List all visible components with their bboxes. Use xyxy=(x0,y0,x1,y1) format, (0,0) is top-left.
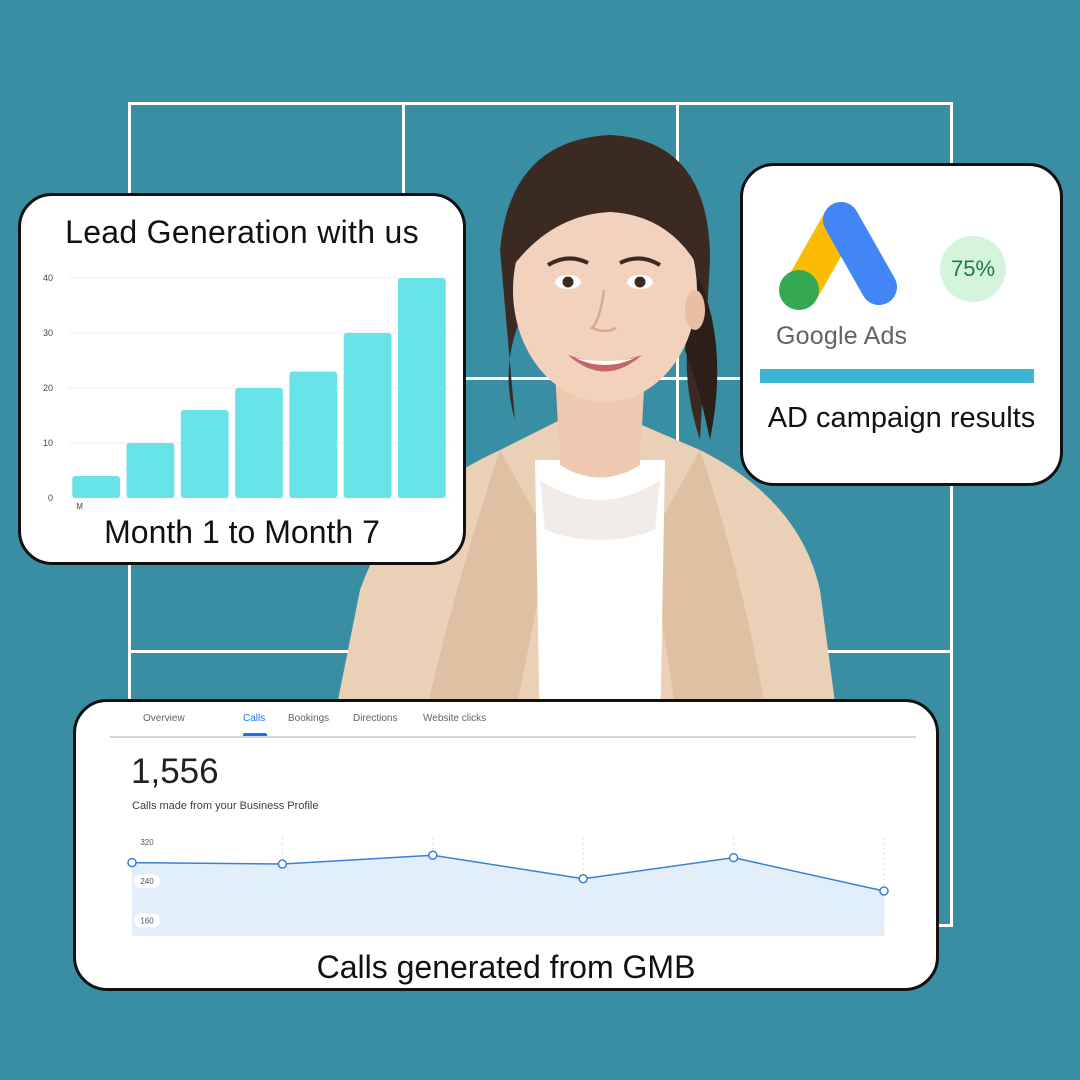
bar xyxy=(72,476,121,498)
tab-overview[interactable]: Overview xyxy=(143,713,185,724)
y-tick-label: 10 xyxy=(43,438,53,448)
y-tick-label: 40 xyxy=(43,273,53,283)
tab-calls[interactable]: Calls xyxy=(243,713,265,724)
tab-bookings[interactable]: Bookings xyxy=(288,713,329,724)
bar xyxy=(180,410,229,498)
gmb-calls-card: Overview Calls Bookings Directions Websi… xyxy=(73,699,939,991)
bar xyxy=(289,371,338,498)
lead-card-caption: Month 1 to Month 7 xyxy=(104,514,380,550)
y-tick-label: 0 xyxy=(48,493,53,503)
lead-bar-chart: 0 10 20 30 40 M xyxy=(43,273,449,511)
ads-progress-bar xyxy=(760,369,1034,383)
calls-total: 1,556 xyxy=(131,752,219,791)
data-point xyxy=(428,850,438,860)
grid-line xyxy=(128,102,953,105)
google-ads-logo-icon xyxy=(779,202,897,310)
calls-subtitle: Calls made from your Business Profile xyxy=(132,800,319,812)
bar xyxy=(397,278,446,498)
bar xyxy=(126,443,175,498)
data-point xyxy=(728,852,739,863)
x-tick-label: M xyxy=(76,502,83,511)
gmb-card-caption: Calls generated from GMB xyxy=(316,949,696,985)
ads-card-caption: AD campaign results xyxy=(767,402,1036,434)
data-point xyxy=(127,857,137,868)
y-tick-label: 160 xyxy=(140,916,154,925)
calls-line-chart: 320 240 160 xyxy=(127,835,889,936)
bar xyxy=(343,333,392,498)
y-tick-label: 320 xyxy=(140,838,154,847)
google-ads-card: Google Ads 75% AD campaign results xyxy=(740,163,1063,486)
active-tab-indicator xyxy=(243,733,267,736)
data-point xyxy=(578,874,588,884)
data-point xyxy=(879,886,889,896)
lead-card-title: Lead Generation with us xyxy=(65,214,419,250)
ads-percentage-badge: 75% xyxy=(940,236,1006,302)
data-point xyxy=(277,859,288,869)
y-tick-label: 240 xyxy=(140,877,154,886)
tab-website-clicks[interactable]: Website clicks xyxy=(423,713,486,724)
y-tick-label: 20 xyxy=(43,383,53,393)
gmb-tab-bar: Overview Calls Bookings Directions Websi… xyxy=(110,702,916,738)
google-ads-wordmark: Google Ads xyxy=(776,322,908,350)
bar xyxy=(235,388,283,498)
tab-directions[interactable]: Directions xyxy=(353,713,397,724)
lead-generation-card: Lead Generation with us 0 10 20 30 40 M Month… xyxy=(18,193,466,565)
y-tick-label: 30 xyxy=(43,328,53,338)
